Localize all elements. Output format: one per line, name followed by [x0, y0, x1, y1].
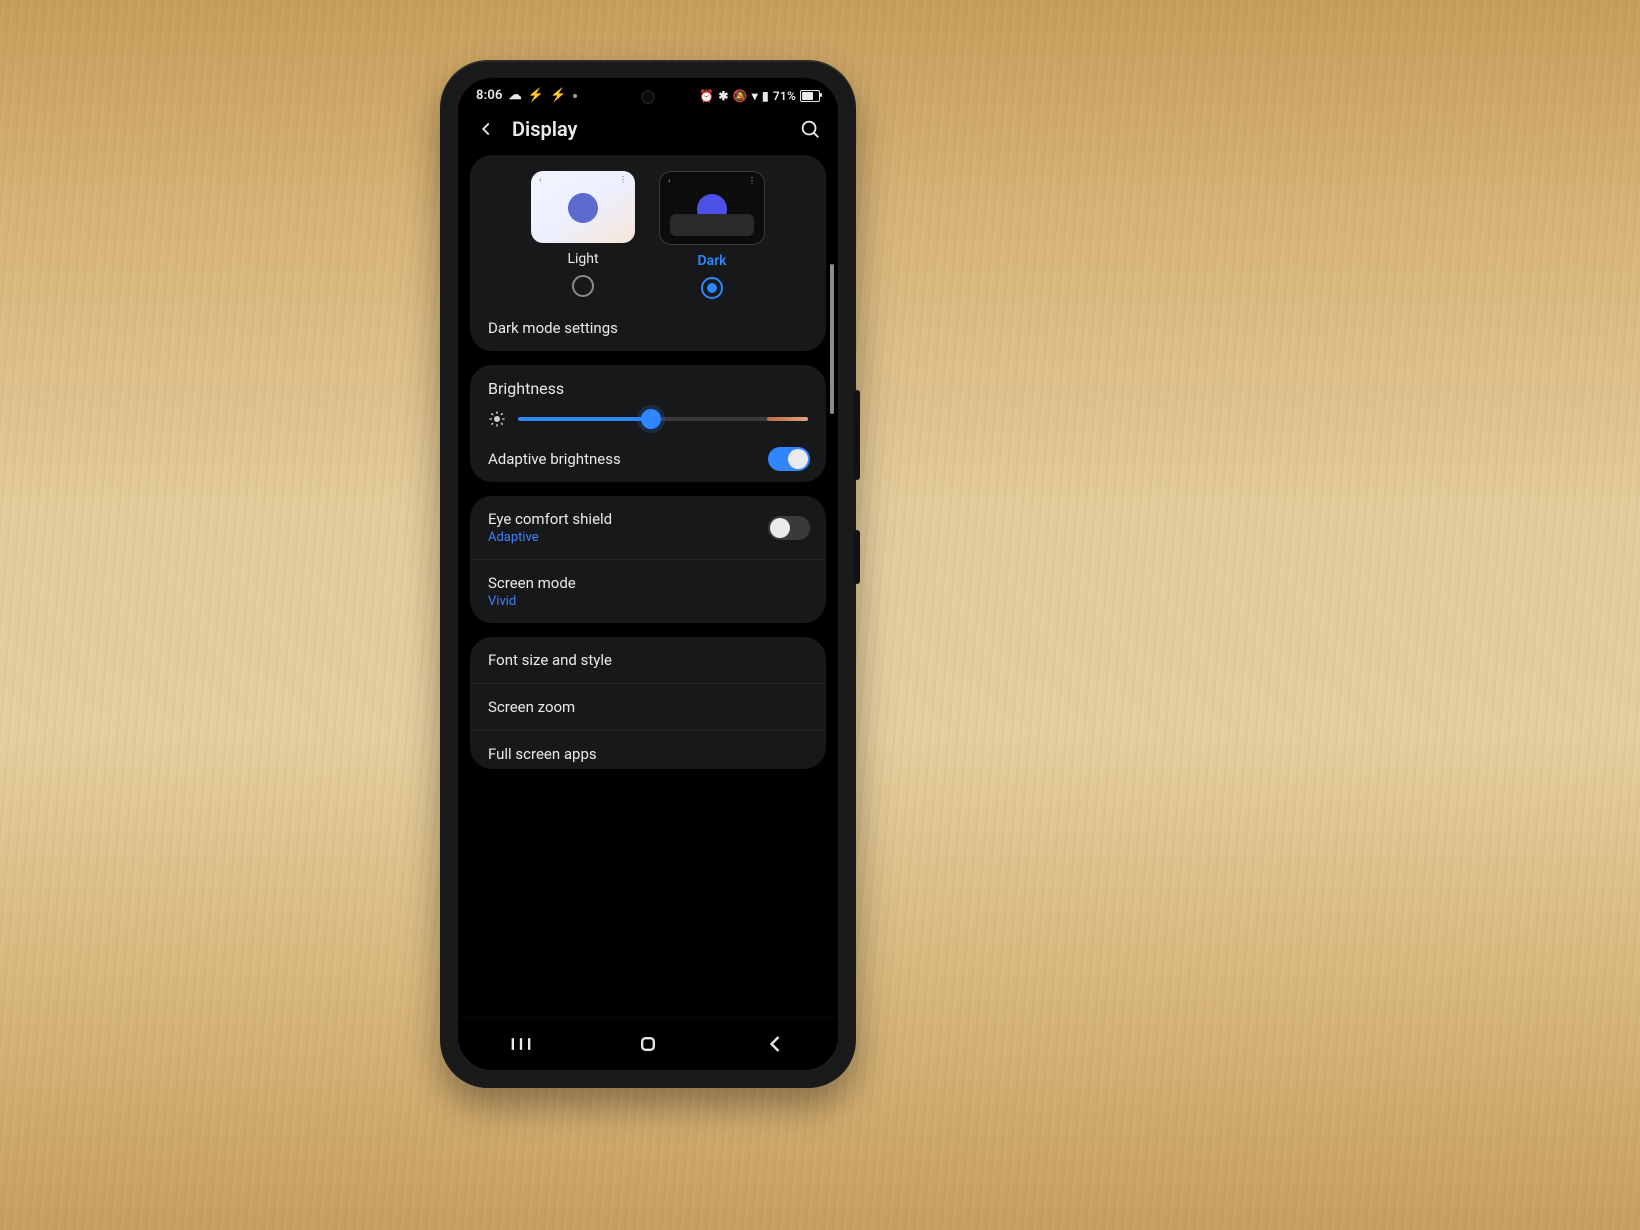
screen-mode-sub: Vivid	[488, 594, 808, 609]
eye-comfort-toggle[interactable]	[768, 516, 810, 540]
radio-dark[interactable]	[701, 277, 723, 299]
brightness-warm-zone	[767, 417, 808, 421]
brightness-label: Brightness	[488, 379, 808, 398]
home-button[interactable]	[634, 1030, 662, 1058]
brightness-slider[interactable]	[518, 417, 808, 421]
theme-chooser: ‹⋮ Light ‹⋮ Dark	[470, 155, 826, 305]
mute-icon: 🔕	[733, 90, 748, 102]
scroll-indicator[interactable]	[830, 264, 834, 414]
font-size-label: Font size and style	[488, 651, 808, 669]
more-notifications-dot	[573, 94, 577, 98]
eye-comfort-row[interactable]: Eye comfort shield Adaptive	[470, 496, 826, 559]
screen-zoom-row[interactable]: Screen zoom	[470, 683, 826, 730]
plug-icon: ⚡	[528, 88, 544, 103]
full-screen-apps-row[interactable]: Full screen apps	[470, 730, 826, 769]
theme-card: ‹⋮ Light ‹⋮ Dark	[470, 155, 826, 351]
brightness-knob[interactable]	[641, 409, 661, 429]
brightness-slider-wrap	[488, 410, 808, 428]
cloud-icon: ☁	[509, 88, 522, 103]
adaptive-brightness-toggle[interactable]	[768, 447, 810, 471]
dark-mode-settings-row[interactable]: Dark mode settings	[470, 305, 826, 351]
layout-card: Font size and style Screen zoom Full scr…	[470, 637, 826, 769]
battery-percentage: 71%	[773, 89, 796, 103]
adaptive-brightness-row[interactable]: Adaptive brightness	[470, 436, 826, 482]
screen-zoom-label: Screen zoom	[488, 698, 808, 716]
battery-icon	[800, 90, 820, 102]
search-button[interactable]	[796, 115, 824, 143]
camera-hole	[641, 90, 655, 104]
phone-case: 8:06 ☁ ⚡ ⚡ ⏰ ✱ 🔕 ▾ ▮ 71% Dis	[440, 60, 856, 1088]
brightness-card: Brightness Adaptive brightness	[470, 365, 826, 482]
theme-thumb-dark: ‹⋮	[659, 171, 765, 245]
alarm-icon: ⏰	[699, 90, 714, 102]
android-navbar	[458, 1017, 838, 1070]
theme-thumb-light: ‹⋮	[531, 171, 635, 243]
status-left: 8:06 ☁ ⚡ ⚡	[476, 88, 577, 103]
screen-mode-label: Screen mode	[488, 574, 808, 592]
eye-comfort-label: Eye comfort shield	[488, 510, 808, 528]
font-size-row[interactable]: Font size and style	[470, 637, 826, 683]
plug-icon-2: ⚡	[550, 88, 566, 103]
recent-apps-button[interactable]	[507, 1030, 535, 1058]
nav-back-button[interactable]	[761, 1030, 789, 1058]
adaptive-brightness-label: Adaptive brightness	[488, 450, 808, 468]
screen-mode-row[interactable]: Screen mode Vivid	[470, 559, 826, 623]
settings-content: ‹⋮ Light ‹⋮ Dark	[458, 155, 838, 1017]
home-icon	[634, 1030, 662, 1058]
recent-apps-icon	[507, 1030, 535, 1058]
phone-screen: 8:06 ☁ ⚡ ⚡ ⏰ ✱ 🔕 ▾ ▮ 71% Dis	[458, 78, 838, 1070]
status-time: 8:06	[476, 88, 503, 103]
theme-option-light[interactable]: ‹⋮ Light	[531, 171, 635, 299]
brightness-fill	[518, 417, 651, 421]
full-screen-apps-label: Full screen apps	[488, 745, 808, 763]
chevron-left-icon	[761, 1030, 789, 1058]
back-button[interactable]	[472, 115, 500, 143]
eye-comfort-sub: Adaptive	[488, 530, 808, 545]
dark-mode-settings-label: Dark mode settings	[488, 319, 808, 337]
display-options-card: Eye comfort shield Adaptive Screen mode …	[470, 496, 826, 623]
radio-light[interactable]	[572, 275, 594, 297]
page-title: Display	[512, 117, 784, 141]
sun-icon	[488, 410, 506, 428]
signal-icon: ▮	[762, 90, 769, 102]
cog-icon: ✱	[718, 90, 728, 102]
screen-header: Display	[458, 105, 838, 155]
theme-option-dark[interactable]: ‹⋮ Dark	[659, 171, 765, 299]
theme-label-light: Light	[567, 251, 598, 267]
theme-label-dark: Dark	[697, 253, 726, 269]
status-right: ⏰ ✱ 🔕 ▾ ▮ 71%	[699, 89, 820, 103]
search-icon	[799, 118, 821, 140]
wifi-icon: ▾	[752, 90, 758, 102]
chevron-left-icon	[475, 118, 497, 140]
brightness-row: Brightness	[470, 365, 826, 436]
